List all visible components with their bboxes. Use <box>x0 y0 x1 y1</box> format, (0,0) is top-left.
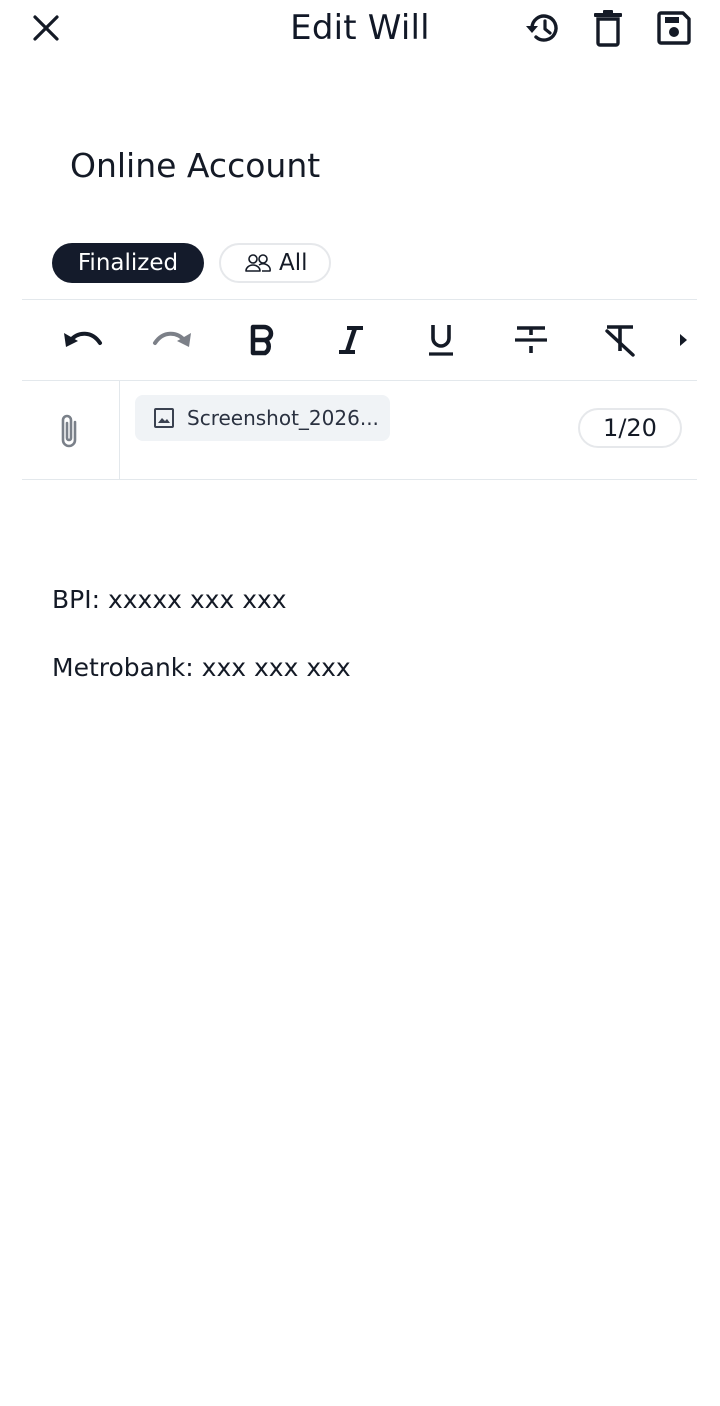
image-icon <box>153 407 175 429</box>
save-icon <box>657 11 691 45</box>
attachment-counter: 1/20 <box>578 408 682 448</box>
trash-icon <box>594 10 622 47</box>
chevron-right-icon <box>680 334 687 346</box>
history-icon <box>526 14 558 42</box>
attach-button[interactable] <box>50 411 90 451</box>
bold-icon <box>250 324 274 356</box>
bold-button[interactable] <box>239 318 285 362</box>
body-line: Metrobank: xxx xxx xxx <box>52 653 351 682</box>
history-button[interactable] <box>520 8 566 48</box>
close-icon <box>33 15 59 41</box>
clear-format-icon <box>605 325 635 357</box>
status-chip-label: Finalized <box>77 250 179 276</box>
visibility-chip-label: All <box>279 250 308 276</box>
divider <box>22 479 697 480</box>
redo-button[interactable] <box>149 318 195 362</box>
underline-icon <box>429 325 453 356</box>
toolbar-more-button[interactable] <box>668 318 698 362</box>
formatting-toolbar <box>22 300 697 380</box>
close-button[interactable] <box>26 8 66 48</box>
note-title[interactable]: Online Account <box>70 143 320 189</box>
status-chip[interactable]: Finalized <box>52 243 204 283</box>
underline-button[interactable] <box>418 318 464 362</box>
save-button[interactable] <box>651 8 697 48</box>
strikethrough-icon <box>515 326 547 353</box>
edit-will-screen: Edit Will Online Account Finalized All S… <box>0 0 720 1406</box>
attachment-file-name: Screenshot_2026... <box>187 406 379 430</box>
undo-icon <box>64 331 102 347</box>
note-body-editor[interactable]: BPI: xxxxx xxx xxx Metrobank: xxx xxx xx… <box>52 575 672 711</box>
header-bar: Edit Will <box>0 0 720 60</box>
redo-icon <box>153 331 191 347</box>
clear-format-button[interactable] <box>597 318 643 362</box>
undo-button[interactable] <box>60 318 106 362</box>
italic-icon <box>339 326 363 354</box>
visibility-chip[interactable]: All <box>219 243 331 283</box>
divider <box>119 381 120 479</box>
attachment-chip[interactable]: Screenshot_2026... <box>135 395 390 441</box>
page-title: Edit Will <box>290 8 430 48</box>
delete-button[interactable] <box>585 8 631 48</box>
attachments-row: Screenshot_2026... 1/20 <box>22 381 697 479</box>
paperclip-icon <box>61 414 77 448</box>
body-line: BPI: xxxxx xxx xxx <box>52 585 287 614</box>
italic-button[interactable] <box>328 318 374 362</box>
strikethrough-button[interactable] <box>508 318 554 362</box>
people-icon <box>245 253 271 273</box>
